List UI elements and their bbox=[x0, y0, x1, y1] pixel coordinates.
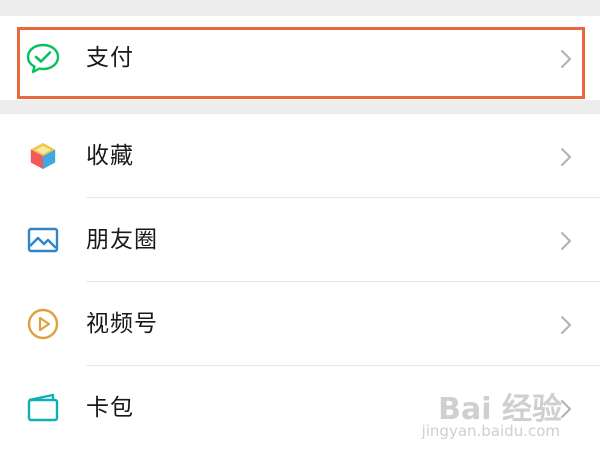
menu-item-moments-label: 朋友圈 bbox=[86, 227, 158, 253]
menu-item-moments[interactable]: 朋友圈 bbox=[0, 198, 600, 282]
channels-play-icon bbox=[26, 307, 60, 341]
menu-group-pay: 支付 bbox=[0, 16, 600, 100]
moments-picture-icon bbox=[26, 223, 60, 257]
chevron-right-icon bbox=[558, 314, 574, 336]
menu-item-pay-label: 支付 bbox=[86, 45, 134, 71]
menu-item-card-wallet-label: 卡包 bbox=[86, 395, 134, 421]
menu-item-channels-label: 视频号 bbox=[86, 311, 158, 337]
wechat-pay-icon bbox=[26, 41, 60, 75]
watermark-domain: jingyan.baidu.com bbox=[421, 422, 560, 440]
menu-item-favorites[interactable]: 收藏 bbox=[0, 114, 600, 198]
menu-item-favorites-label: 收藏 bbox=[86, 143, 134, 169]
chevron-right-icon bbox=[558, 48, 574, 70]
menu-item-channels[interactable]: 视频号 bbox=[0, 282, 600, 366]
favorites-cube-icon bbox=[26, 139, 60, 173]
menu-item-pay[interactable]: 支付 bbox=[0, 16, 600, 100]
baidu-jingyan-watermark: Bai 经验 jingyan.baidu.com bbox=[412, 384, 562, 448]
chevron-right-icon bbox=[558, 230, 574, 252]
card-wallet-icon bbox=[26, 391, 60, 425]
chevron-right-icon bbox=[558, 146, 574, 168]
